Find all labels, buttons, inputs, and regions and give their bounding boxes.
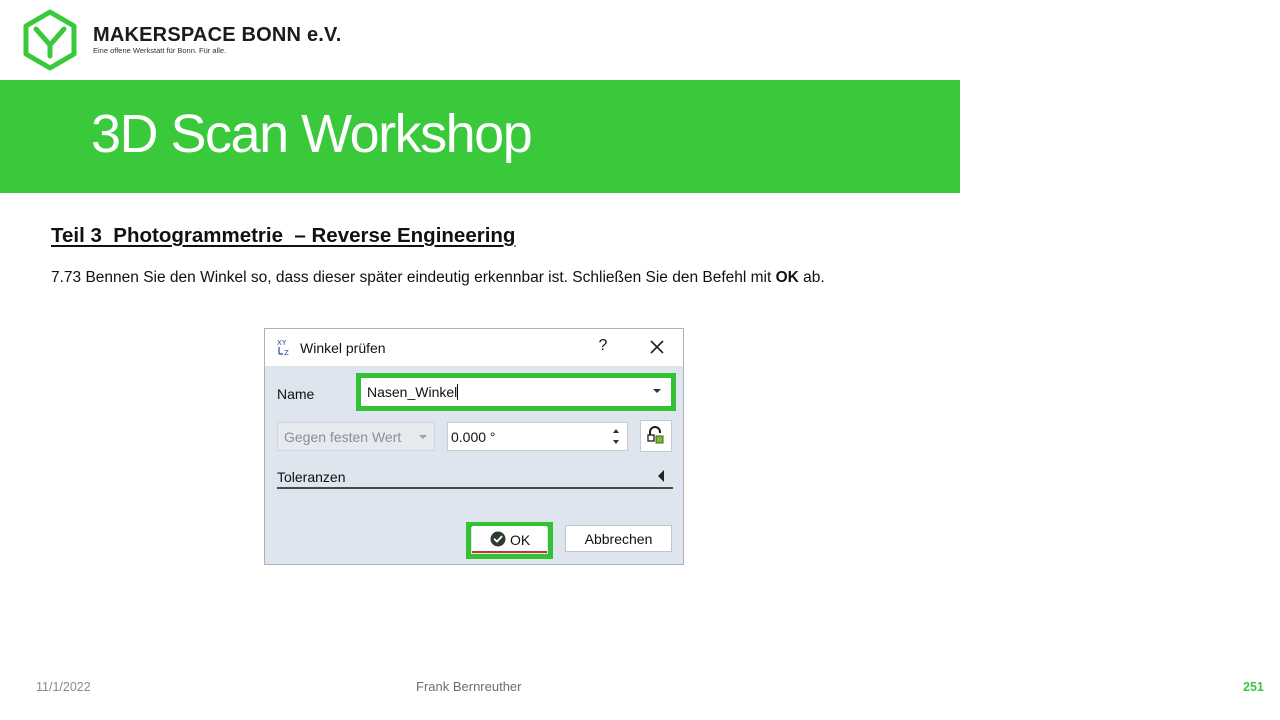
help-button[interactable]: ? [595,337,611,357]
svg-text:Y: Y [281,339,287,347]
spin-down-icon[interactable] [613,440,619,444]
expand-arrow-icon[interactable] [658,470,664,482]
cancel-button[interactable]: Abbrechen [565,525,672,552]
mode-select[interactable]: Gegen festen Wert [277,422,435,451]
angle-measure-icon: X Y Z [277,339,289,356]
check-circle-icon [490,531,506,547]
spin-up-icon[interactable] [613,429,619,433]
dialog-titlebar: X Y Z Winkel prüfen ? [265,329,683,366]
mode-select-value: Gegen festen Wert [284,429,402,445]
angle-value-input[interactable] [448,423,601,450]
makerspace-logo-icon [23,9,77,71]
chevron-down-icon[interactable] [653,389,661,393]
ok-button[interactable]: OK [472,526,547,553]
brand-tagline: Eine offene Werkstatt für Bonn. Für alle… [93,46,227,55]
dialog-title: Winkel prüfen [300,340,386,356]
slide-title: 3D Scan Workshop [91,104,533,164]
instruction-text-after: ab. [798,269,825,286]
ok-button-focus-line [472,551,547,553]
svg-text:Z: Z [284,349,289,356]
section-title: Teil 3 Photogrammetrie – Reverse Enginee… [51,224,516,247]
brand-name: MAKERSPACE BONN e.V. [93,24,342,46]
ok-button-label: OK [510,532,531,548]
close-icon[interactable] [647,337,667,357]
tolerances-label: Toleranzen [277,469,346,485]
page-number: 251 [1243,680,1264,694]
unlock-icon [647,426,664,444]
winkel-pruefen-dialog: X Y Z Winkel prüfen ? Name Gegen festen … [264,328,684,565]
footer-author: Frank Bernreuther [416,679,522,694]
title-banner: 3D Scan Workshop [0,80,960,193]
lock-button[interactable] [640,420,672,452]
text-cursor [457,384,458,400]
instruction-text-before: 7.73 Bennen Sie den Winkel so, dass dies… [51,269,776,286]
footer-date: 11/1/2022 [36,680,91,694]
name-label: Name [277,386,315,402]
chevron-down-icon [419,435,427,439]
instruction-text: 7.73 Bennen Sie den Winkel so, dass dies… [51,269,825,287]
name-input[interactable] [361,378,657,406]
instruction-text-bold: OK [775,269,799,286]
name-combobox[interactable] [361,378,671,406]
tolerances-divider [277,487,673,489]
angle-value-spinner[interactable] [447,422,628,451]
